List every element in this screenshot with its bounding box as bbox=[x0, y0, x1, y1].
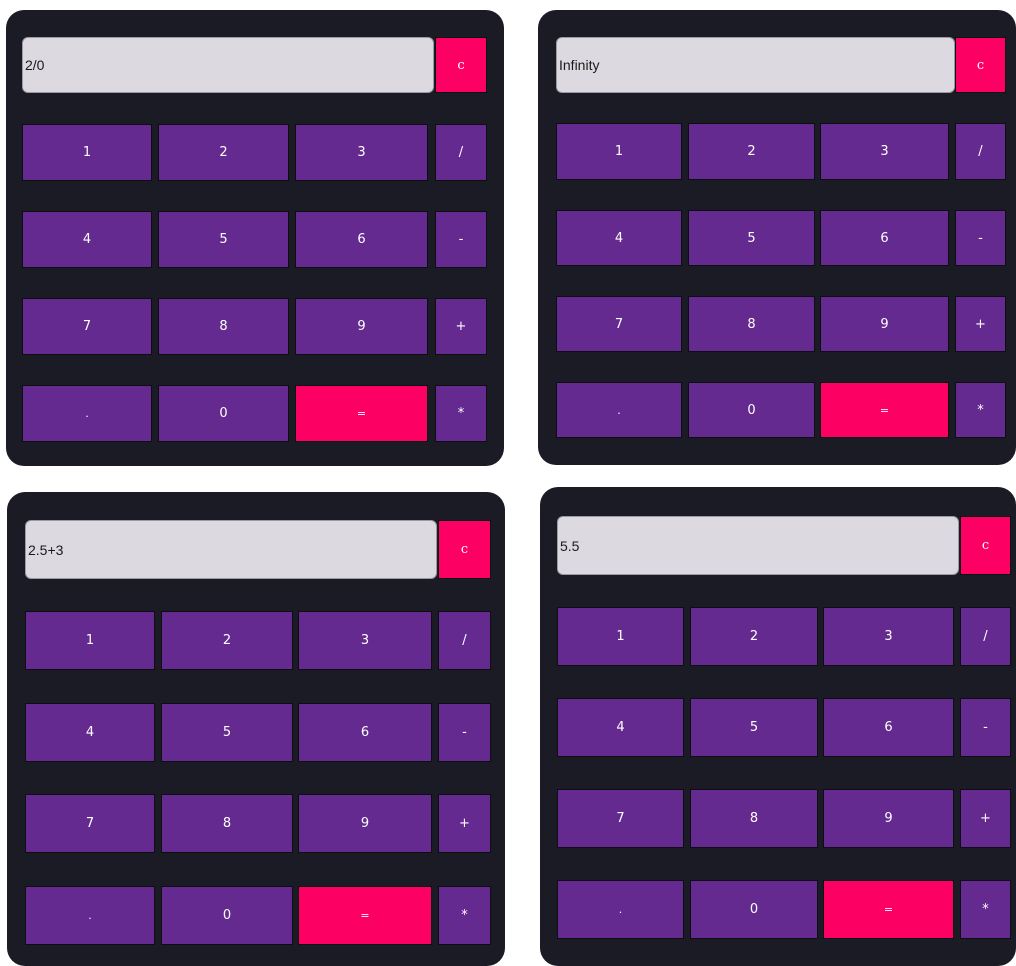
add-button[interactable]: + bbox=[435, 298, 487, 355]
decimal-button[interactable]: . bbox=[25, 886, 155, 945]
subtract-button[interactable]: - bbox=[955, 210, 1006, 266]
digit-8-button[interactable]: 8 bbox=[158, 298, 289, 355]
equals-button[interactable]: = bbox=[823, 880, 954, 939]
multiply-button[interactable]: * bbox=[438, 886, 491, 945]
decimal-button[interactable]: . bbox=[557, 880, 684, 939]
calculator-display[interactable]: 2.5+3 bbox=[25, 520, 437, 579]
digit-3-button[interactable]: 3 bbox=[298, 611, 432, 670]
calculator-panel: Infinity c 1 2 3/ 4 5 6- 7 8 9 +. 0 = * bbox=[538, 10, 1016, 465]
digit-4-button[interactable]: 4 bbox=[557, 698, 684, 757]
calculator-display[interactable]: Infinity bbox=[556, 37, 955, 93]
digit-8-button[interactable]: 8 bbox=[690, 789, 818, 848]
calculator-display[interactable]: 2/0 bbox=[22, 37, 434, 93]
digit-9-button[interactable]: 9 bbox=[820, 296, 949, 352]
calculator-panel: 2/0 c 1 2 3/ 4 5 6- 7 8 9 +. 0 = * bbox=[6, 10, 504, 466]
equals-button[interactable]: = bbox=[820, 382, 949, 438]
digit-1-button[interactable]: 1 bbox=[557, 607, 684, 666]
subtract-button[interactable]: - bbox=[438, 703, 491, 762]
calculator-display[interactable]: 5.5 bbox=[557, 516, 959, 575]
clear-button[interactable]: c bbox=[960, 516, 1011, 575]
digit-0-button[interactable]: 0 bbox=[158, 385, 289, 442]
subtract-button[interactable]: - bbox=[960, 698, 1011, 757]
digit-0-button[interactable]: 0 bbox=[690, 880, 818, 939]
clear-button[interactable]: c bbox=[438, 520, 491, 579]
multiply-button[interactable]: * bbox=[960, 880, 1011, 939]
clear-button[interactable]: c bbox=[435, 37, 487, 93]
divide-button[interactable]: / bbox=[955, 123, 1006, 180]
digit-7-button[interactable]: 7 bbox=[556, 296, 682, 352]
digit-4-button[interactable]: 4 bbox=[25, 703, 155, 762]
digit-5-button[interactable]: 5 bbox=[690, 698, 818, 757]
digit-1-button[interactable]: 1 bbox=[22, 124, 152, 181]
digit-9-button[interactable]: 9 bbox=[298, 794, 432, 853]
digit-1-button[interactable]: 1 bbox=[556, 123, 682, 180]
digit-6-button[interactable]: 6 bbox=[298, 703, 432, 762]
digit-3-button[interactable]: 3 bbox=[295, 124, 428, 181]
digit-5-button[interactable]: 5 bbox=[158, 211, 289, 268]
digit-4-button[interactable]: 4 bbox=[22, 211, 152, 268]
calculator-panel: 2.5+3 c 1 2 3/ 4 5 6- 7 8 9 +. 0 = * bbox=[7, 492, 505, 966]
digit-2-button[interactable]: 2 bbox=[690, 607, 818, 666]
digit-3-button[interactable]: 3 bbox=[820, 123, 949, 180]
calculator-panel: 5.5 c 1 2 3/ 4 5 6- 7 8 9 +. 0 = * bbox=[540, 487, 1016, 966]
divide-button[interactable]: / bbox=[435, 124, 487, 181]
digit-6-button[interactable]: 6 bbox=[295, 211, 428, 268]
digit-6-button[interactable]: 6 bbox=[823, 698, 954, 757]
digit-0-button[interactable]: 0 bbox=[161, 886, 293, 945]
decimal-button[interactable]: . bbox=[22, 385, 152, 442]
digit-2-button[interactable]: 2 bbox=[688, 123, 815, 180]
digit-1-button[interactable]: 1 bbox=[25, 611, 155, 670]
clear-button[interactable]: c bbox=[955, 37, 1006, 93]
digit-7-button[interactable]: 7 bbox=[557, 789, 684, 848]
equals-button[interactable]: = bbox=[298, 886, 432, 945]
digit-2-button[interactable]: 2 bbox=[161, 611, 293, 670]
multiply-button[interactable]: * bbox=[435, 385, 487, 442]
digit-5-button[interactable]: 5 bbox=[688, 210, 815, 266]
digit-9-button[interactable]: 9 bbox=[823, 789, 954, 848]
digit-5-button[interactable]: 5 bbox=[161, 703, 293, 762]
decimal-button[interactable]: . bbox=[556, 382, 682, 438]
digit-7-button[interactable]: 7 bbox=[22, 298, 152, 355]
add-button[interactable]: + bbox=[955, 296, 1006, 352]
multiply-button[interactable]: * bbox=[955, 382, 1006, 438]
equals-button[interactable]: = bbox=[295, 385, 428, 442]
digit-7-button[interactable]: 7 bbox=[25, 794, 155, 853]
digit-8-button[interactable]: 8 bbox=[161, 794, 293, 853]
digit-6-button[interactable]: 6 bbox=[820, 210, 949, 266]
digit-9-button[interactable]: 9 bbox=[295, 298, 428, 355]
divide-button[interactable]: / bbox=[960, 607, 1011, 666]
divide-button[interactable]: / bbox=[438, 611, 491, 670]
digit-3-button[interactable]: 3 bbox=[823, 607, 954, 666]
digit-4-button[interactable]: 4 bbox=[556, 210, 682, 266]
subtract-button[interactable]: - bbox=[435, 211, 487, 268]
digit-0-button[interactable]: 0 bbox=[688, 382, 815, 438]
add-button[interactable]: + bbox=[438, 794, 491, 853]
digit-8-button[interactable]: 8 bbox=[688, 296, 815, 352]
digit-2-button[interactable]: 2 bbox=[158, 124, 289, 181]
add-button[interactable]: + bbox=[960, 789, 1011, 848]
